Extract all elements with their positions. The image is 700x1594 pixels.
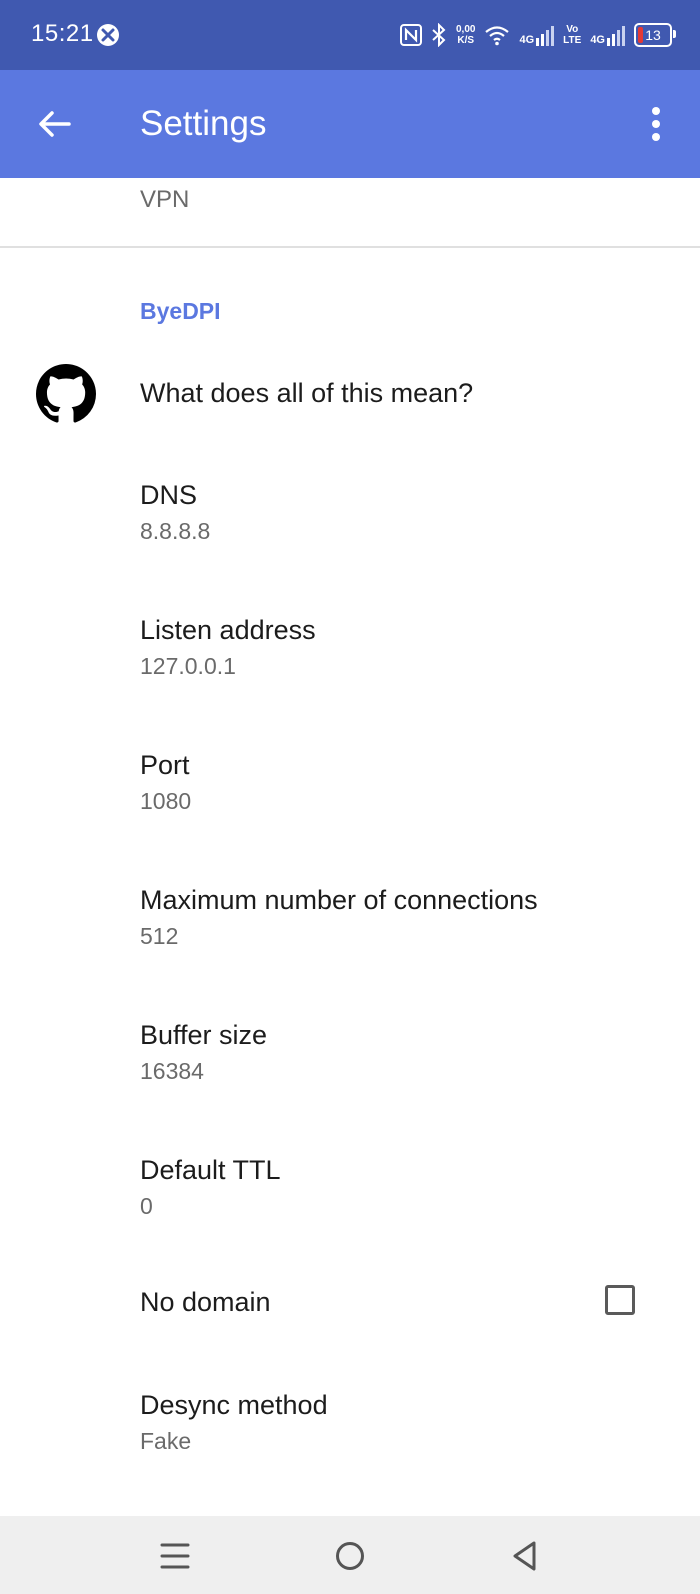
pref-desync-method-summary: Fake bbox=[140, 1428, 192, 1454]
pref-max-connections-summary: 512 bbox=[140, 923, 179, 949]
category-byedpi: ByeDPI bbox=[140, 298, 221, 324]
back-button[interactable] bbox=[30, 100, 78, 148]
pref-desync-method[interactable]: Desync method Fake bbox=[0, 1386, 700, 1486]
pref-buffer-size[interactable]: Buffer size 16384 bbox=[0, 1016, 700, 1116]
pref-desync-method-title: Desync method bbox=[140, 1390, 328, 1420]
network-type-2: 4G bbox=[590, 34, 605, 46]
arrow-left-icon bbox=[39, 111, 71, 137]
pref-port-summary: 1080 bbox=[140, 788, 192, 814]
vpn-mode-summary[interactable]: VPN bbox=[140, 186, 189, 214]
pref-listen-address[interactable]: Listen address 127.0.0.1 bbox=[0, 611, 700, 711]
net-speed-unit: K/S bbox=[457, 35, 475, 46]
pref-no-domain[interactable]: No domain bbox=[0, 1270, 700, 1340]
pref-max-connections-title: Maximum number of connections bbox=[140, 885, 538, 915]
more-vert-icon bbox=[652, 107, 660, 141]
pref-github-title: What does all of this mean? bbox=[140, 378, 474, 408]
status-bar: 15:21 0,00 K/S 4G Vo LTE 4G 13 bbox=[0, 0, 700, 70]
menu-icon bbox=[160, 1543, 190, 1569]
pref-dns-summary: 8.8.8.8 bbox=[140, 518, 211, 544]
github-icon bbox=[36, 364, 96, 429]
pref-dns[interactable]: DNS 8.8.8.8 bbox=[0, 476, 700, 576]
pref-default-ttl-summary: 0 bbox=[140, 1193, 153, 1219]
network-type-1: 4G bbox=[519, 34, 535, 46]
pref-github[interactable]: What does all of this mean? bbox=[0, 346, 700, 442]
home-button[interactable] bbox=[328, 1534, 372, 1578]
volte-bottom: LTE bbox=[563, 35, 582, 46]
app-bar: Settings bbox=[0, 70, 700, 178]
volte-top: Vo bbox=[566, 24, 579, 35]
pref-no-domain-title: No domain bbox=[140, 1287, 271, 1317]
recents-button[interactable] bbox=[153, 1534, 197, 1578]
system-nav-bar bbox=[0, 1516, 700, 1594]
battery-icon: 13 bbox=[634, 23, 676, 47]
status-time: 15:21 bbox=[31, 20, 94, 47]
app-notification-icon bbox=[96, 23, 120, 52]
pref-port-title: Port bbox=[140, 750, 190, 780]
no-domain-checkbox[interactable] bbox=[605, 1285, 635, 1315]
bluetooth-icon bbox=[431, 23, 447, 47]
pref-buffer-size-summary: 16384 bbox=[140, 1058, 204, 1084]
divider bbox=[0, 246, 700, 248]
pref-default-ttl[interactable]: Default TTL 0 bbox=[0, 1151, 700, 1251]
pref-listen-address-summary: 127.0.0.1 bbox=[140, 653, 236, 679]
pref-dns-title: DNS bbox=[140, 480, 198, 510]
pref-default-ttl-title: Default TTL bbox=[140, 1155, 281, 1185]
nav-back-button[interactable] bbox=[502, 1534, 546, 1578]
pref-max-connections[interactable]: Maximum number of connections 512 bbox=[0, 881, 700, 981]
net-speed: 0,00 K/S bbox=[456, 24, 475, 46]
more-options-button[interactable] bbox=[632, 100, 680, 148]
pref-port[interactable]: Port 1080 bbox=[0, 746, 700, 846]
page-title: Settings bbox=[140, 104, 267, 143]
net-speed-value: 0,00 bbox=[456, 24, 476, 35]
wifi-icon bbox=[484, 24, 510, 46]
volte-badge: Vo LTE bbox=[563, 24, 581, 46]
pref-buffer-size-title: Buffer size bbox=[140, 1020, 268, 1050]
pref-listen-address-title: Listen address bbox=[140, 615, 316, 645]
battery-fill bbox=[638, 27, 643, 43]
signal-2: 4G bbox=[590, 24, 625, 46]
battery-level: 13 bbox=[645, 27, 661, 43]
circle-home-icon bbox=[336, 1542, 364, 1570]
signal-bars-icon bbox=[536, 26, 555, 46]
signal-bars-icon bbox=[607, 26, 625, 46]
status-icons: 0,00 K/S 4G Vo LTE 4G 13 bbox=[400, 20, 676, 50]
triangle-back-icon bbox=[513, 1541, 536, 1571]
nfc-icon bbox=[400, 24, 422, 46]
signal-1: 4G bbox=[519, 24, 555, 46]
